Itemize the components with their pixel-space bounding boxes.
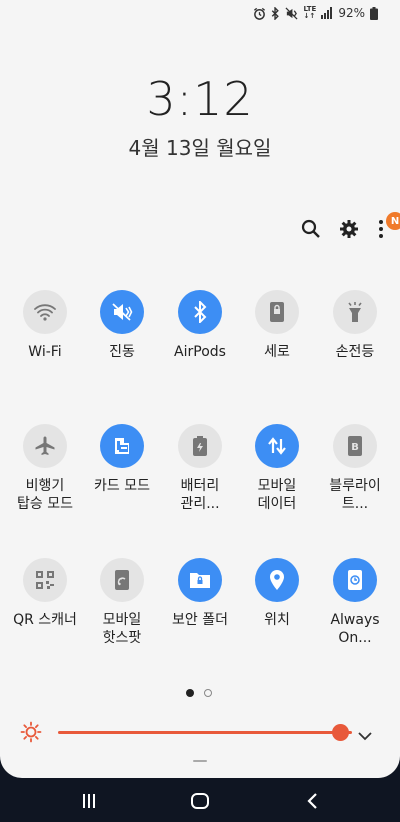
bluetooth-icon: [178, 290, 222, 334]
vibrate-icon: [100, 290, 144, 334]
brightness-thumb[interactable]: [332, 724, 350, 741]
back-icon[interactable]: [297, 788, 327, 814]
airplane-icon: [23, 424, 67, 468]
more-icon[interactable]: N: [376, 212, 400, 240]
tile-label: 모바일 데이터: [257, 478, 297, 512]
mobile-data-icon: [255, 424, 299, 468]
alarm-icon: [253, 7, 266, 20]
tile-qr-scanner[interactable]: QR 스캐너: [5, 558, 85, 629]
tile-card-mode[interactable]: 카드 모드: [82, 424, 162, 495]
signal-icon: [321, 7, 333, 19]
top-actions: N: [300, 212, 400, 240]
tile-label: 보안 폴더: [172, 612, 228, 628]
tile-vibrate[interactable]: 진동: [82, 290, 162, 361]
quick-settings-panel: LTE ↓↑ 92% 3:12 4월 13일 월요일 N Wi-Fi 진동 Ai…: [0, 0, 400, 778]
tile-battery-care[interactable]: 배터리 관리...: [160, 424, 240, 513]
tile-wifi[interactable]: Wi-Fi: [5, 290, 85, 361]
navigation-bar: [0, 780, 400, 822]
brightness-slider[interactable]: [58, 731, 352, 734]
tile-label: 진동: [109, 344, 135, 360]
svg-text:B: B: [351, 442, 359, 453]
tile-label: 모바일 핫스팟: [102, 612, 142, 646]
clock-time: 3:12: [146, 72, 254, 126]
page-indicator: [186, 689, 212, 697]
clock-date: 4월 13일 월요일: [128, 136, 272, 160]
blue-light-icon: B: [333, 424, 377, 468]
flashlight-icon: [333, 290, 377, 334]
bluetooth-icon: [271, 6, 280, 20]
page-dot[interactable]: [204, 689, 212, 697]
tile-secure-folder[interactable]: 보안 폴더: [160, 558, 240, 629]
secure-folder-icon: [178, 558, 222, 602]
tile-location[interactable]: 위치: [237, 558, 317, 629]
battery-text: 92%: [338, 6, 365, 20]
portrait-lock-icon: [255, 290, 299, 334]
tile-label: 블루라이 트...: [329, 478, 381, 512]
tile-blue-light[interactable]: B 블루라이 트...: [315, 424, 395, 513]
tile-label: AirPods: [174, 344, 226, 360]
tile-label: 세로: [264, 344, 290, 360]
chevron-down-icon[interactable]: [358, 726, 372, 745]
vibrate-icon: [285, 6, 298, 20]
tile-flashlight[interactable]: 손전등: [315, 290, 395, 361]
lte-icon: LTE ↓↑: [303, 5, 317, 20]
search-icon[interactable]: [300, 218, 322, 240]
battery-icon: [370, 6, 378, 20]
card-mode-icon: [100, 424, 144, 468]
always-on-icon: [333, 558, 377, 602]
tile-airplane[interactable]: 비행기 탑승 모드: [5, 424, 85, 513]
home-icon[interactable]: [185, 788, 215, 814]
notification-badge: N: [386, 212, 400, 230]
tile-label: QR 스캐너: [13, 612, 77, 628]
page-dot-active[interactable]: [186, 689, 194, 697]
gear-icon[interactable]: [338, 218, 360, 240]
tile-mobile-data[interactable]: 모바일 데이터: [237, 424, 317, 513]
wifi-icon: [23, 290, 67, 334]
tile-label: Wi-Fi: [28, 344, 62, 360]
tile-label: Always On...: [330, 612, 380, 646]
tile-label: 손전등: [335, 344, 375, 360]
recent-apps-icon[interactable]: [74, 788, 104, 814]
tile-always-on[interactable]: Always On...: [315, 558, 395, 647]
tile-airpods[interactable]: AirPods: [160, 290, 240, 361]
tile-label: 위치: [264, 612, 290, 628]
tile-label: 카드 모드: [94, 478, 150, 494]
qr-icon: [23, 558, 67, 602]
tile-label: 비행기 탑승 모드: [17, 478, 73, 512]
status-bar: LTE ↓↑ 92%: [253, 4, 378, 22]
sun-icon: [20, 721, 42, 747]
hotspot-icon: [100, 558, 144, 602]
tile-label: 배터리 관리...: [180, 478, 220, 512]
tile-portrait[interactable]: 세로: [237, 290, 317, 361]
battery-care-icon: [178, 424, 222, 468]
brightness-control: [20, 718, 380, 746]
drag-handle[interactable]: [193, 760, 207, 762]
location-icon: [255, 558, 299, 602]
tile-hotspot[interactable]: 모바일 핫스팟: [82, 558, 162, 647]
